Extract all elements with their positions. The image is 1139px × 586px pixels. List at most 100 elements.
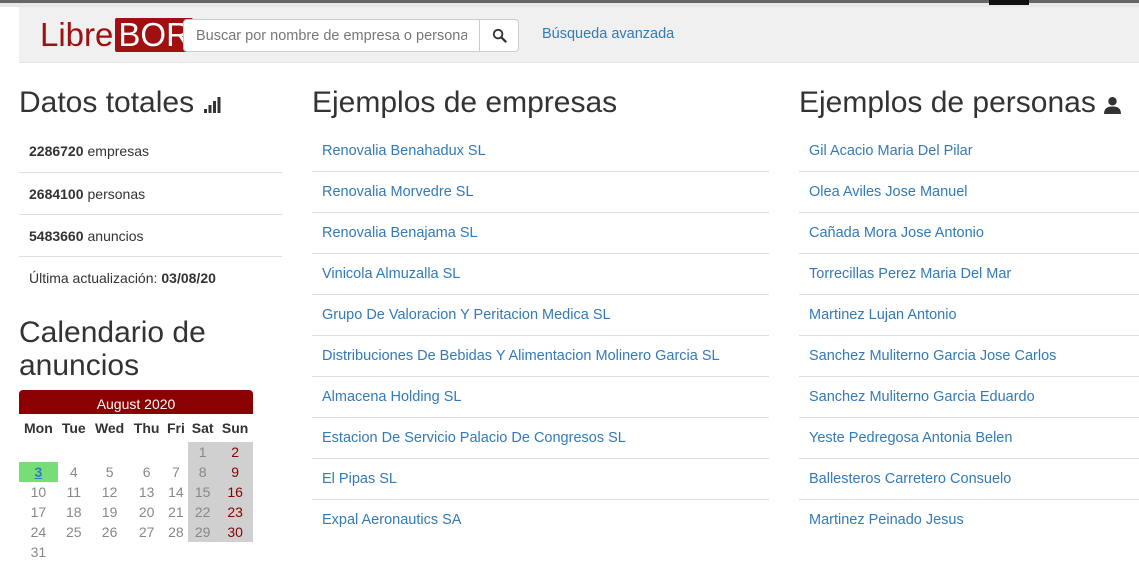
- weekday-header: Thu: [133, 420, 160, 436]
- person-link[interactable]: Olea Aviles Jose Manuel: [809, 184, 968, 200]
- companies-list: Renovalia Benahadux SL Renovalia Morvedre…: [312, 130, 769, 540]
- weekday-header: Tue: [61, 420, 86, 436]
- advanced-search-link[interactable]: Búsqueda avanzada: [542, 26, 674, 42]
- calendar-day: 7: [172, 464, 180, 480]
- calendar-grid: Mon Tue Wed Thu Fri Sat Sun 1 2 3 4 5 6 7 8 9 10 11 12 13 1…: [19, 414, 253, 562]
- people-heading: Ejemplos de personas: [799, 86, 1139, 120]
- company-link[interactable]: El Pipas SL: [322, 471, 397, 487]
- list-item: Yeste Pedregosa Antonia Belen: [799, 417, 1139, 458]
- person-link[interactable]: Sanchez Muliterno Garcia Jose Carlos: [809, 348, 1056, 364]
- calendar-day: [188, 542, 217, 562]
- people-section: Ejemplos de personas Gil Acacio Maria De…: [799, 86, 1139, 540]
- calendar-day: 27: [138, 524, 155, 540]
- calendar-day: 22: [187, 502, 218, 522]
- companies-heading: Ejemplos de empresas: [312, 86, 618, 119]
- calendar-week: 31: [19, 542, 253, 562]
- calendar-day: [217, 542, 253, 562]
- calendar-day: 8: [187, 462, 218, 482]
- list-item: Vinicola Almuzalla SL: [312, 253, 769, 294]
- company-link[interactable]: Vinicola Almuzalla SL: [322, 266, 460, 282]
- list-item: Renovalia Benajama SL: [312, 212, 769, 253]
- list-item: Ballesteros Carretero Consuelo: [799, 458, 1139, 499]
- company-link[interactable]: Renovalia Morvedre SL: [322, 184, 474, 200]
- company-link[interactable]: Expal Aeronautics SA: [322, 512, 461, 528]
- search-button[interactable]: [480, 19, 519, 52]
- totals-section: Datos totales 2286720 empresas 2684100 per…: [19, 86, 282, 298]
- calendar-week: 17 18 19 20 21 22 23: [19, 502, 253, 522]
- list-item: Renovalia Benahadux SL: [312, 130, 769, 171]
- calendar-week: 12: [19, 442, 253, 462]
- top-edge-block: [989, 0, 1029, 5]
- total-people: 2684100 personas: [19, 172, 282, 214]
- calendar-day: 4: [69, 464, 78, 480]
- calendar-heading: Calendario de anuncios: [19, 316, 206, 382]
- total-companies-value: 2286720: [29, 143, 84, 159]
- person-link[interactable]: Yeste Pedregosa Antonia Belen: [809, 430, 1012, 446]
- company-link[interactable]: Renovalia Benahadux SL: [322, 143, 486, 159]
- list-item: El Pipas SL: [312, 458, 769, 499]
- calendar-day: 25: [66, 524, 82, 540]
- company-link[interactable]: Distribuciones De Bebidas Y Alimentacion…: [322, 348, 720, 364]
- company-link[interactable]: Estacion De Servicio Palacio De Congreso…: [322, 430, 626, 446]
- calendar-week: 24 25 26 27 28 29 30: [19, 522, 253, 542]
- person-link[interactable]: Torrecillas Perez Maria Del Mar: [809, 266, 1011, 282]
- calendar-day: 9: [217, 462, 253, 482]
- totals-heading: Datos totales: [19, 86, 282, 120]
- user-icon: [1103, 96, 1121, 114]
- calendar-day: 3: [19, 462, 58, 482]
- calendar-day: 23: [217, 502, 253, 522]
- person-link[interactable]: Sanchez Muliterno Garcia Eduardo: [809, 389, 1035, 405]
- calendar-day: 28: [168, 524, 184, 540]
- total-people-label: personas: [87, 185, 146, 202]
- totals-list: 2286720 empresas 2684100 personas 5483660 a…: [19, 130, 282, 298]
- company-link[interactable]: Renovalia Benajama SL: [322, 225, 478, 241]
- librebor-logo[interactable]: Libre BOR: [40, 16, 193, 53]
- people-list: Gil Acacio Maria Del Pilar Olea Aviles Jo…: [799, 130, 1139, 540]
- calendar-day: 10: [30, 484, 47, 500]
- person-link[interactable]: Martinez Peinado Jesus: [809, 512, 964, 528]
- calendar-week: 3 4 5 6 789: [19, 462, 253, 482]
- person-link[interactable]: Cañada Mora Jose Antonio: [809, 225, 984, 241]
- calendar-day: 21: [168, 504, 184, 520]
- calendar-day: 30: [217, 522, 253, 542]
- person-link[interactable]: Martinez Lujan Antonio: [809, 307, 957, 323]
- calendar-week: 10 11 12 13 14 15 16: [19, 482, 253, 502]
- last-update-value: 03/08/20: [161, 269, 216, 286]
- list-item: Olea Aviles Jose Manuel: [799, 171, 1139, 212]
- company-link[interactable]: Grupo De Valoracion Y Peritacion Medica …: [322, 307, 611, 323]
- calendar-day: [90, 442, 129, 462]
- last-update-label: Última actualización:: [29, 269, 158, 286]
- calendar-day: 11: [66, 484, 82, 500]
- list-item: Martinez Lujan Antonio: [799, 294, 1139, 335]
- list-item: Martinez Peinado Jesus: [799, 499, 1139, 540]
- total-people-value: 2684100: [29, 185, 84, 202]
- total-announcements-value: 5483660: [29, 227, 84, 244]
- calendar-day: [129, 542, 164, 562]
- calendar-day-link[interactable]: 3: [34, 464, 42, 480]
- total-announcements: 5483660 anuncios: [19, 214, 282, 256]
- search-input[interactable]: [183, 19, 480, 52]
- logo-part-libre: Libre: [40, 16, 114, 53]
- total-companies-label: empresas: [87, 143, 149, 159]
- calendar-day: 26: [101, 524, 118, 540]
- calendar-day: 29: [187, 522, 218, 542]
- total-companies: 2286720 empresas: [19, 130, 282, 172]
- calendar-day: 5: [105, 464, 114, 480]
- search-icon: [492, 28, 507, 43]
- calendar-day: 12: [101, 484, 118, 500]
- company-link[interactable]: Almacena Holding SL: [322, 389, 461, 405]
- list-item: Renovalia Morvedre SL: [312, 171, 769, 212]
- calendar-day: 19: [101, 504, 118, 520]
- top-border: [0, 0, 1139, 7]
- bar-chart-icon: [204, 97, 221, 113]
- total-announcements-label: anuncios: [87, 227, 144, 244]
- calendar-day: 2: [217, 442, 253, 462]
- calendar-day: 20: [138, 504, 155, 520]
- person-link[interactable]: Ballesteros Carretero Consuelo: [809, 471, 1011, 487]
- calendar-day: 13: [138, 484, 155, 500]
- list-item: Gil Acacio Maria Del Pilar: [799, 130, 1139, 171]
- person-link[interactable]: Gil Acacio Maria Del Pilar: [809, 143, 973, 159]
- calendar-day: 18: [66, 504, 82, 520]
- calendar-day: 6: [142, 464, 151, 480]
- calendar-day: [58, 442, 90, 462]
